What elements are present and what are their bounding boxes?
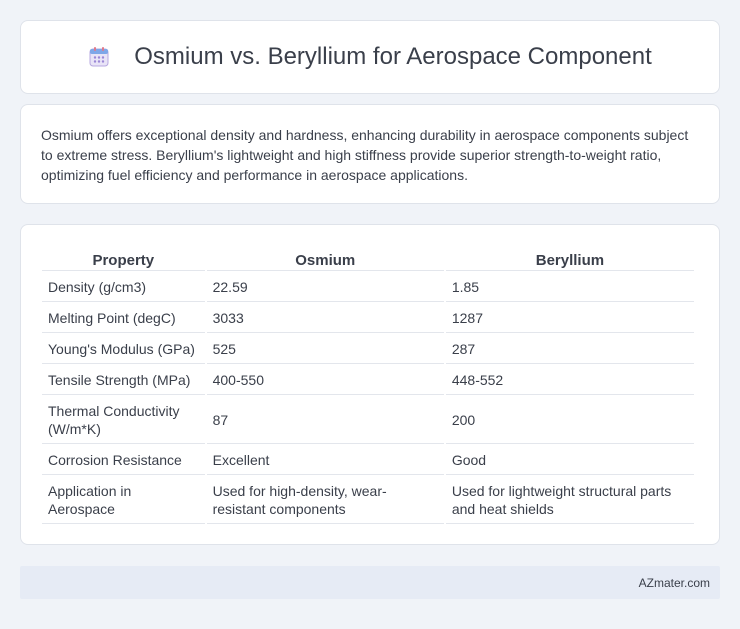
osmium-cell: 87	[206, 395, 444, 444]
column-header-beryllium: Beryllium	[445, 245, 694, 271]
table-header-row: Property Osmium Beryllium	[42, 245, 694, 271]
beryllium-cell: Good	[445, 444, 694, 475]
osmium-cell: 400-550	[206, 364, 444, 395]
beryllium-cell: Used for lightweight structural parts an…	[445, 475, 694, 524]
beryllium-cell: 287	[445, 333, 694, 364]
property-cell: Density (g/cm3)	[42, 271, 205, 302]
beryllium-cell: 1287	[445, 302, 694, 333]
property-cell: Melting Point (degC)	[42, 302, 205, 333]
page-title: Osmium vs. Beryllium for Aerospace Compo…	[134, 43, 652, 70]
table-row: Young's Modulus (GPa) 525 287	[42, 333, 694, 364]
table-row: Melting Point (degC) 3033 1287	[42, 302, 694, 333]
table-row: Thermal Conductivity (W/m*K) 87 200	[42, 395, 694, 444]
footer: AZmater.com	[20, 566, 720, 599]
beryllium-cell: 448-552	[445, 364, 694, 395]
table-row: Density (g/cm3) 22.59 1.85	[42, 271, 694, 302]
property-cell: Young's Modulus (GPa)	[42, 333, 205, 364]
osmium-cell: 525	[206, 333, 444, 364]
table-row: Corrosion Resistance Excellent Good	[42, 444, 694, 475]
comparison-table: Property Osmium Beryllium Density (g/cm3…	[40, 245, 696, 524]
column-header-property: Property	[42, 245, 205, 271]
summary-card: Osmium offers exceptional density and ha…	[20, 104, 720, 204]
comparison-card: Property Osmium Beryllium Density (g/cm3…	[20, 224, 720, 545]
property-cell: Application in Aerospace	[42, 475, 205, 524]
table-row: Tensile Strength (MPa) 400-550 448-552	[42, 364, 694, 395]
property-cell: Corrosion Resistance	[42, 444, 205, 475]
column-header-osmium: Osmium	[206, 245, 444, 271]
summary-text: Osmium offers exceptional density and ha…	[41, 127, 689, 183]
property-cell: Tensile Strength (MPa)	[42, 364, 205, 395]
osmium-cell: Excellent	[206, 444, 444, 475]
beryllium-cell: 200	[445, 395, 694, 444]
osmium-cell: Used for high-density, wear-resistant co…	[206, 475, 444, 524]
calendar-icon	[88, 46, 110, 68]
property-cell: Thermal Conductivity (W/m*K)	[42, 395, 205, 444]
footer-site-link[interactable]: AZmater.com	[639, 576, 710, 590]
osmium-cell: 22.59	[206, 271, 444, 302]
title-card: Osmium vs. Beryllium for Aerospace Compo…	[20, 20, 720, 94]
beryllium-cell: 1.85	[445, 271, 694, 302]
table-row: Application in Aerospace Used for high-d…	[42, 475, 694, 524]
osmium-cell: 3033	[206, 302, 444, 333]
